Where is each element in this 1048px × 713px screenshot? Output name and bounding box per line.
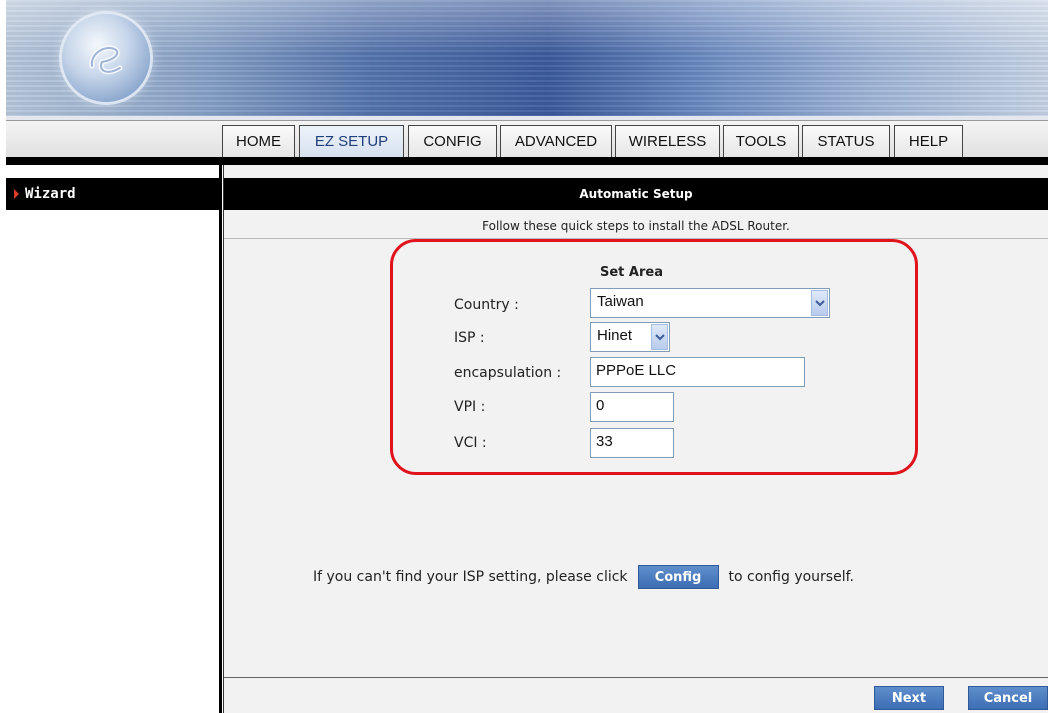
isp-select[interactable]: Hinet (590, 322, 670, 352)
country-label: Country : (454, 297, 519, 313)
arrow-right-icon (14, 189, 19, 199)
cancel-button[interactable]: Cancel (968, 686, 1048, 710)
country-value: Taiwan (597, 293, 644, 310)
tab-help[interactable]: HELP (894, 125, 963, 157)
isp-label: ISP : (454, 330, 485, 346)
help-line: If you can't find your ISP setting, plea… (313, 565, 854, 589)
vpi-field[interactable]: 0 (590, 392, 674, 422)
encapsulation-field[interactable]: PPPoE LLC (590, 357, 805, 387)
config-button[interactable]: Config (637, 565, 719, 589)
help-text-after: to config yourself. (728, 569, 854, 585)
chevron-down-icon (651, 324, 668, 350)
tab-ez-setup[interactable]: EZ SETUP (299, 125, 404, 157)
encapsulation-label: encapsulation : (454, 365, 562, 381)
sidebar-item-wizard[interactable]: Wizard (6, 178, 219, 210)
isp-value: Hinet (597, 327, 633, 344)
page-title: Automatic Setup (224, 178, 1048, 210)
chevron-down-icon (811, 290, 828, 316)
header-banner (6, 0, 1048, 120)
tab-advanced[interactable]: ADVANCED (500, 125, 612, 157)
tab-config[interactable]: CONFIG (408, 125, 497, 157)
tab-home[interactable]: HOME (222, 125, 295, 157)
nav-divider (6, 157, 1048, 165)
sidebar-item-label: Wizard (25, 186, 76, 202)
sidebar-divider (219, 165, 222, 713)
next-button[interactable]: Next (874, 686, 944, 710)
logo-e-icon (89, 45, 123, 75)
vci-label: VCI : (454, 435, 487, 451)
help-text-before: If you can't find your ISP setting, plea… (313, 569, 628, 585)
vpi-label: VPI : (454, 399, 486, 415)
country-select[interactable]: Taiwan (590, 288, 830, 318)
footer-bar: Next Cancel (224, 678, 1048, 713)
tab-tools[interactable]: TOOLS (723, 125, 799, 157)
tab-wireless[interactable]: WIRELESS (615, 125, 720, 157)
vci-field[interactable]: 33 (590, 428, 674, 458)
tab-status[interactable]: STATUS (802, 125, 890, 157)
instruction-text: Follow these quick steps to install the … (224, 214, 1048, 239)
section-title: Set Area (600, 265, 663, 280)
logo (62, 14, 150, 102)
sidebar (6, 165, 220, 713)
banner-shine (6, 0, 1048, 55)
